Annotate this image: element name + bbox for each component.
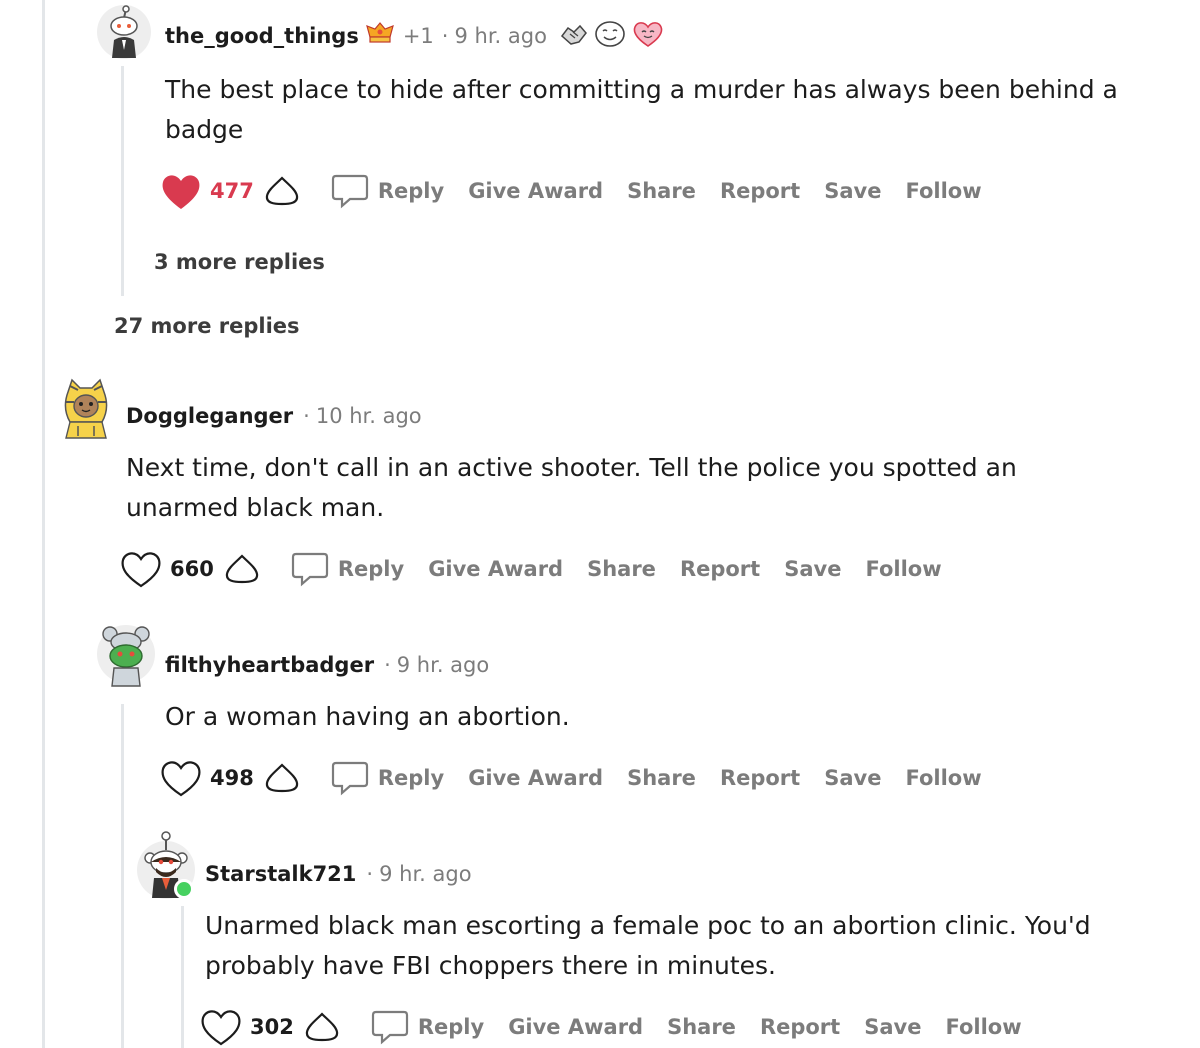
comment-body: The best place to hide after committing … (165, 75, 1118, 144)
share-button[interactable]: Share (627, 766, 696, 790)
comment-body: Or a woman having an abortion. (165, 702, 570, 731)
upvote-arrow-icon[interactable] (302, 1010, 342, 1044)
avatar[interactable] (96, 622, 156, 688)
avatar[interactable] (96, 4, 152, 60)
follow-button[interactable]: Follow (905, 766, 981, 790)
heart-face-icon[interactable] (631, 19, 665, 53)
meta-separator: · (303, 404, 310, 428)
report-button[interactable]: Report (720, 179, 800, 203)
smile-face-icon[interactable] (593, 19, 627, 53)
thread-line-filthy[interactable] (121, 704, 124, 1048)
reply-bubble-icon[interactable] (370, 1008, 410, 1046)
heart-outline-icon[interactable] (120, 549, 162, 589)
reply-button[interactable]: Reply (378, 766, 444, 790)
reply-button[interactable]: Reply (338, 557, 404, 581)
upvote-arrow-icon[interactable] (222, 552, 262, 586)
share-button[interactable]: Share (587, 557, 656, 581)
meta-separator: · (384, 653, 391, 677)
avatar[interactable] (56, 378, 116, 440)
timestamp[interactable]: 9 hr. ago (454, 24, 546, 48)
give-award-button[interactable]: Give Award (468, 179, 603, 203)
comment-body: Unarmed black man escorting a female poc… (205, 911, 1091, 980)
online-status-dot (174, 879, 194, 899)
share-button[interactable]: Share (627, 179, 696, 203)
timestamp[interactable]: 10 hr. ago (316, 404, 422, 428)
parent-more-replies-link[interactable]: 27 more replies (114, 314, 300, 338)
follow-button[interactable]: Follow (865, 557, 941, 581)
username[interactable]: Doggleganger (126, 404, 293, 428)
share-button[interactable]: Share (667, 1015, 736, 1039)
heart-outline-icon[interactable] (200, 1007, 242, 1047)
handshake-icon[interactable] (559, 20, 589, 52)
give-award-button[interactable]: Give Award (508, 1015, 643, 1039)
upvote-arrow-icon[interactable] (262, 761, 302, 795)
reply-button[interactable]: Reply (418, 1015, 484, 1039)
report-button[interactable]: Report (680, 557, 760, 581)
report-button[interactable]: Report (760, 1015, 840, 1039)
follow-button[interactable]: Follow (945, 1015, 1021, 1039)
upvote-arrow-icon[interactable] (262, 174, 302, 208)
reply-bubble-icon[interactable] (330, 172, 370, 210)
save-button[interactable]: Save (864, 1015, 921, 1039)
username[interactable]: Starstalk721 (205, 862, 356, 886)
vote-score: 498 (210, 766, 254, 790)
timestamp[interactable]: 9 hr. ago (379, 862, 471, 886)
heart-outline-icon[interactable] (160, 758, 202, 798)
username[interactable]: the_good_things (165, 24, 359, 48)
meta-separator: · (366, 862, 374, 886)
username[interactable]: filthyheartbadger (165, 653, 374, 677)
thread-line-good-things[interactable] (121, 66, 124, 296)
give-award-button[interactable]: Give Award (468, 766, 603, 790)
meta-separator: · (441, 24, 449, 48)
follow-button[interactable]: Follow (905, 179, 981, 203)
save-button[interactable]: Save (784, 557, 841, 581)
save-button[interactable]: Save (824, 766, 881, 790)
avatar[interactable] (136, 828, 196, 900)
vote-score: 660 (170, 557, 214, 581)
vote-score: 477 (210, 179, 254, 203)
award-badge-icon[interactable] (365, 21, 395, 51)
timestamp[interactable]: 9 hr. ago (397, 653, 489, 677)
vote-score: 302 (250, 1015, 294, 1039)
give-award-button[interactable]: Give Award (428, 557, 563, 581)
award-count: +1 (402, 24, 434, 48)
thread-line-starstalk[interactable] (181, 906, 184, 1048)
more-replies-link[interactable]: 3 more replies (154, 250, 325, 274)
reply-button[interactable]: Reply (378, 179, 444, 203)
save-button[interactable]: Save (824, 179, 881, 203)
reply-bubble-icon[interactable] (290, 550, 330, 588)
report-button[interactable]: Report (720, 766, 800, 790)
comment-body: Next time, don't call in an active shoot… (126, 453, 1017, 522)
heart-filled-icon[interactable] (160, 171, 202, 211)
reply-bubble-icon[interactable] (330, 759, 370, 797)
thread-line-root[interactable] (42, 0, 45, 1048)
